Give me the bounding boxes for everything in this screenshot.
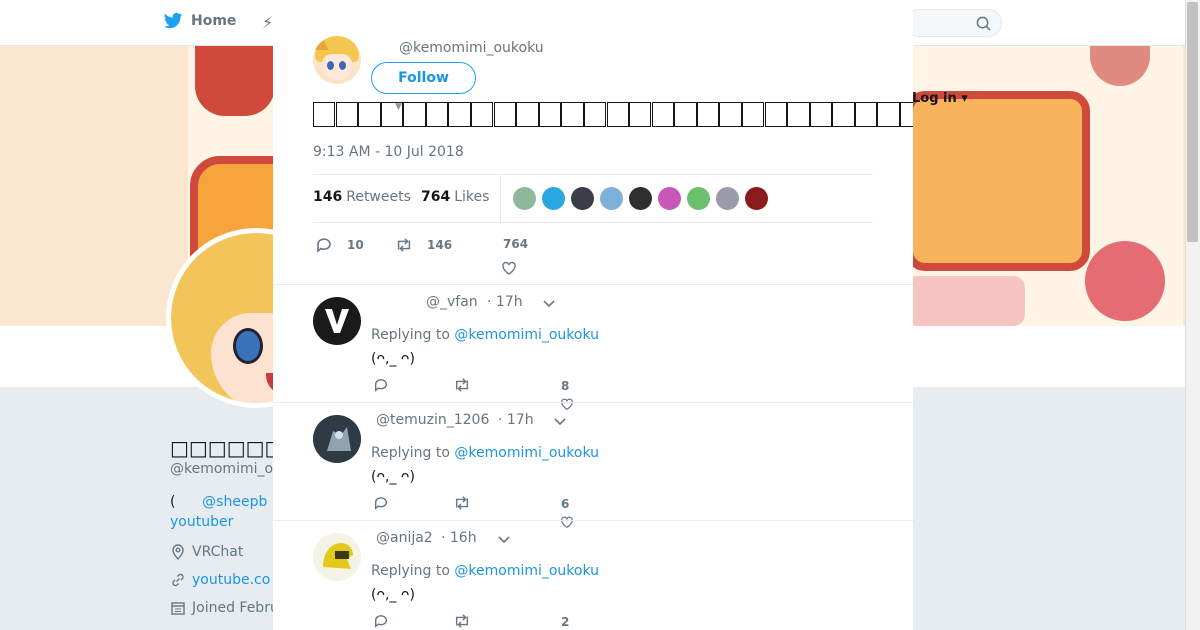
profile-location: VRChat bbox=[170, 544, 243, 560]
author-handle[interactable]: @kemomimi_oukoku bbox=[399, 40, 544, 56]
reply-time[interactable]: · 17h bbox=[487, 294, 523, 310]
liker-avatar[interactable] bbox=[600, 187, 623, 210]
bio-hashtag-link[interactable]: youtuber bbox=[170, 514, 233, 530]
liker-avatar[interactable] bbox=[716, 187, 739, 210]
likes-count: 764 bbox=[503, 237, 529, 251]
tweet-permalink-modal: @kemomimi_oukoku Follow ▼ 9:13 AM - 10 J… bbox=[273, 6, 913, 630]
replying-to-link[interactable]: @kemomimi_oukoku bbox=[454, 327, 599, 343]
profile-website[interactable]: youtube.co bbox=[170, 572, 270, 588]
chevron-down-icon[interactable] bbox=[498, 536, 510, 544]
tweet-text bbox=[313, 99, 913, 133]
replying-to: Replying to @kemomimi_oukoku bbox=[371, 445, 600, 461]
tweet-stats: 146 Retweets 764 Likes bbox=[313, 174, 873, 223]
profile-handle: @kemomimi_o bbox=[170, 461, 274, 477]
liker-avatar[interactable] bbox=[542, 187, 565, 210]
reply-likes-count: 8 bbox=[561, 379, 570, 393]
tweet-timestamp[interactable]: 9:13 AM - 10 Jul 2018 bbox=[313, 144, 464, 160]
nav-home[interactable]: Home bbox=[163, 12, 236, 30]
liker-avatar[interactable] bbox=[513, 187, 536, 210]
follow-button[interactable]: Follow bbox=[371, 62, 476, 94]
reply-item[interactable]: @temuzin_1206 · 17h Replying to @kemomim… bbox=[273, 402, 913, 528]
liker-avatar[interactable] bbox=[745, 187, 768, 210]
location-pin-icon bbox=[172, 544, 184, 560]
retweet-icon[interactable] bbox=[453, 377, 471, 393]
search-icon bbox=[976, 16, 991, 31]
twitter-bird-icon bbox=[163, 12, 183, 29]
reply-avatar[interactable] bbox=[313, 415, 361, 463]
reply-icon[interactable] bbox=[373, 495, 389, 511]
reply-likes-count: 6 bbox=[561, 497, 570, 511]
liker-avatar[interactable] bbox=[687, 187, 710, 210]
profile-joined: Joined Febru bbox=[170, 600, 279, 616]
helmet-avatar-icon bbox=[313, 533, 361, 581]
chevron-down-icon[interactable] bbox=[543, 300, 555, 308]
author-avatar[interactable] bbox=[313, 36, 361, 84]
v-logo-icon bbox=[325, 309, 349, 333]
link-icon bbox=[172, 573, 184, 587]
login-dropdown[interactable]: Log in ▾ bbox=[912, 91, 968, 106]
reply-icon[interactable] bbox=[373, 377, 389, 393]
chevron-down-icon[interactable] bbox=[554, 418, 566, 426]
retweet-icon[interactable] bbox=[453, 613, 471, 629]
reply-icon[interactable] bbox=[373, 613, 389, 629]
reply-text: (ᴖ,_ ᴖ) bbox=[371, 587, 415, 603]
reply-handle[interactable]: @anija2 bbox=[376, 530, 433, 546]
search-input[interactable] bbox=[905, 9, 1002, 37]
reply-text: (ᴖ,_ ᴖ) bbox=[371, 469, 415, 485]
reply-likes-count: 2 bbox=[561, 615, 570, 629]
reply-button[interactable]: 10 bbox=[315, 236, 364, 254]
liker-avatars bbox=[513, 187, 768, 210]
nav-home-label: Home bbox=[191, 13, 237, 29]
likes-stat[interactable]: 764 Likes bbox=[421, 189, 489, 205]
reply-handle[interactable]: @temuzin_1206 bbox=[376, 412, 489, 428]
heart-icon[interactable] bbox=[501, 260, 517, 276]
robot-avatar-icon bbox=[313, 415, 361, 463]
reply-time[interactable]: · 16h bbox=[441, 530, 477, 546]
close-icon[interactable] bbox=[1155, 12, 1179, 36]
reply-text: (ᴖ,_ ᴖ) bbox=[371, 351, 415, 367]
reply-icon bbox=[317, 238, 331, 253]
liker-avatar[interactable] bbox=[658, 187, 681, 210]
replying-to: Replying to @kemomimi_oukoku bbox=[371, 563, 600, 579]
bio-mention-link[interactable]: @sheepb bbox=[202, 494, 267, 510]
calendar-icon bbox=[171, 602, 185, 615]
liker-avatar[interactable] bbox=[629, 187, 652, 210]
profile-bio: ( @sheepb youtuber bbox=[170, 494, 268, 530]
reply-time[interactable]: · 17h bbox=[498, 412, 534, 428]
retweet-button[interactable]: 146 bbox=[395, 236, 452, 254]
retweets-stat[interactable]: 146 Retweets bbox=[313, 189, 411, 205]
tweet-actions: 10 146 764 bbox=[313, 234, 873, 278]
liker-avatar[interactable] bbox=[571, 187, 594, 210]
reply-handle[interactable]: @_vfan bbox=[426, 294, 478, 310]
replying-to-link[interactable]: @kemomimi_oukoku bbox=[454, 563, 599, 579]
scrollbar-thumb[interactable] bbox=[1187, 2, 1198, 242]
reply-item[interactable]: @_vfan · 17h Replying to @kemomimi_oukok… bbox=[273, 284, 913, 410]
reply-avatar[interactable] bbox=[313, 297, 361, 345]
moments-icon[interactable]: ⚡ bbox=[262, 13, 273, 32]
reply-avatar[interactable] bbox=[313, 533, 361, 581]
replying-to-link[interactable]: @kemomimi_oukoku bbox=[454, 445, 599, 461]
retweet-icon[interactable] bbox=[453, 495, 471, 511]
reply-item[interactable]: @anija2 · 16h Replying to @kemomimi_ouko… bbox=[273, 520, 913, 630]
replying-to: Replying to @kemomimi_oukoku bbox=[371, 327, 600, 343]
retweet-icon bbox=[397, 238, 411, 252]
